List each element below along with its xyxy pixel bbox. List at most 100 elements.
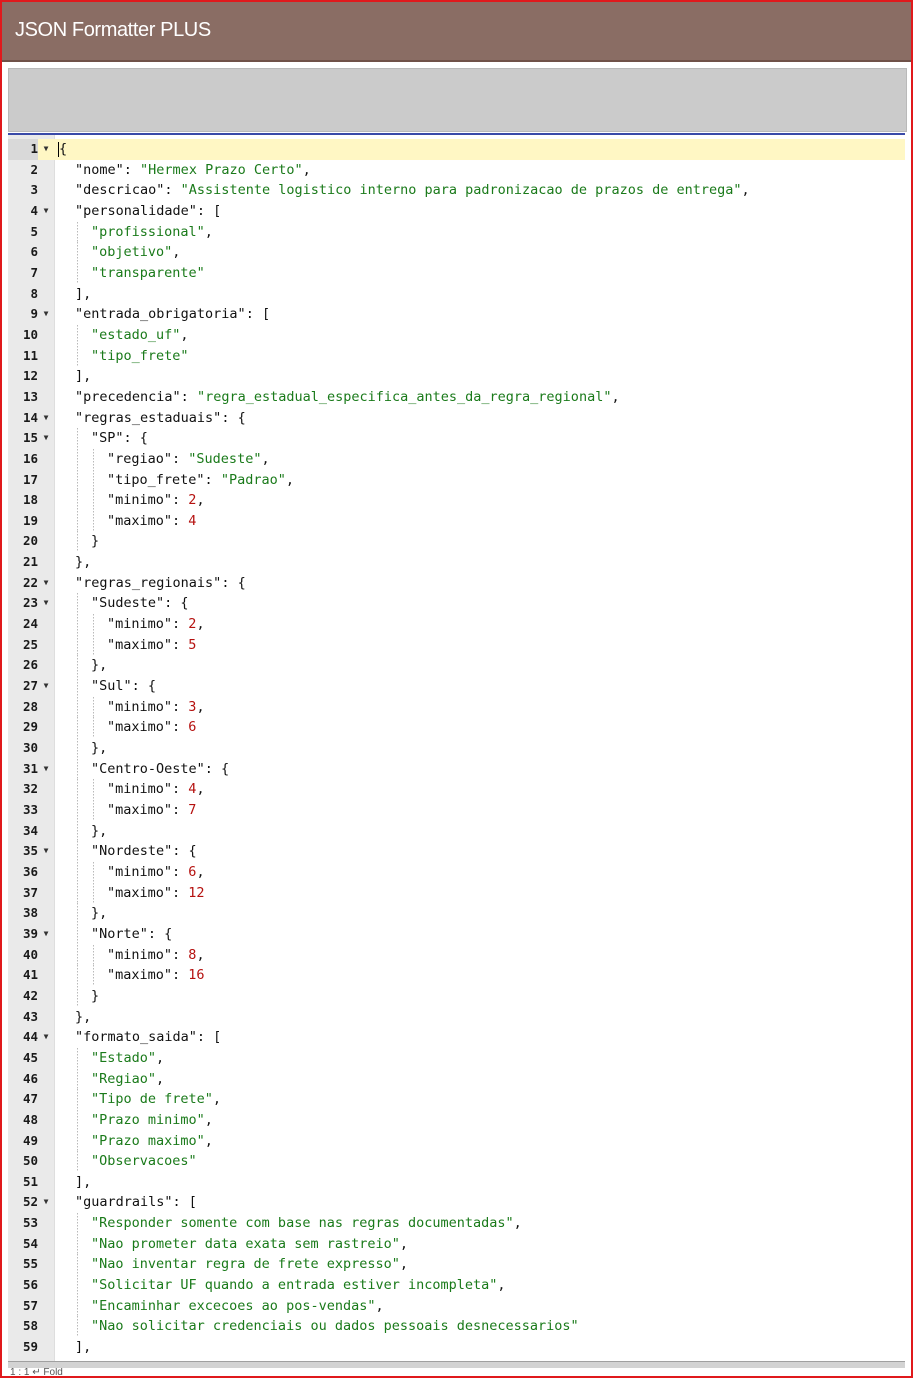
code-line[interactable]: 37 "maximo": 12 bbox=[8, 882, 905, 904]
json-key: "Norte" bbox=[91, 925, 148, 942]
indent-guide bbox=[91, 696, 107, 718]
code-line[interactable]: 56 "Solicitar UF quando a entrada estiver… bbox=[8, 1275, 905, 1296]
code-line[interactable]: 28 "minimo": 3, bbox=[8, 696, 905, 718]
code-line[interactable]: 24 "minimo": 2, bbox=[8, 614, 905, 635]
code-line[interactable]: 50 "Observacoes" bbox=[8, 1151, 905, 1172]
code-line[interactable]: 3 "descricao": "Assistente logistico inte… bbox=[8, 180, 905, 201]
fold-toggle-icon[interactable]: ▼ bbox=[41, 201, 51, 222]
code-line[interactable]: 47 "Tipo de frete", bbox=[8, 1089, 905, 1110]
line-number: 23 bbox=[22, 595, 38, 611]
code-line[interactable]: 17 "tipo_frete": "Padrao", bbox=[8, 469, 905, 491]
code-line[interactable]: 12], bbox=[8, 366, 905, 387]
code-editor[interactable]: 1 ▼{2 "nome": "Hermex Prazo Certo", 3 "descr… bbox=[8, 133, 905, 1363]
code-line[interactable]: 44 ▼ "formato_saida": [ bbox=[8, 1027, 905, 1048]
code-line[interactable]: 57 "Encaminhar excecoes ao pos-vendas", bbox=[8, 1295, 905, 1317]
code-line[interactable]: 14 ▼ "regras_estaduais": { bbox=[8, 408, 905, 429]
code-line[interactable]: 20} bbox=[8, 531, 905, 553]
code-line[interactable]: 9 ▼ "entrada_obrigatoria": [ bbox=[8, 304, 905, 325]
code-line[interactable]: 33 "maximo": 7 bbox=[8, 800, 905, 821]
json-string: "tipo_frete" bbox=[91, 347, 189, 364]
json-string: "Prazo minimo" bbox=[91, 1111, 205, 1128]
code-line[interactable]: 1 ▼ { bbox=[8, 139, 905, 160]
fold-toggle-icon[interactable]: ▼ bbox=[41, 924, 51, 945]
code-line[interactable]: 22 ▼ "regras_regionais": { bbox=[8, 573, 905, 594]
indent-guide bbox=[75, 1089, 91, 1110]
json-punctuation: : bbox=[204, 471, 221, 488]
fold-toggle-icon[interactable]: ▼ bbox=[41, 759, 51, 780]
code-line[interactable]: 55 "Nao inventar regra de frete expresso"… bbox=[8, 1254, 905, 1276]
code-line[interactable]: 23 ▼ "Sudeste": { bbox=[8, 593, 905, 615]
json-string: "regra_estadual_especifica_antes_da_regr… bbox=[196, 388, 612, 405]
indent-guide bbox=[75, 1047, 91, 1069]
code-line[interactable]: 8], bbox=[8, 284, 905, 305]
code-line[interactable]: 26}, bbox=[8, 655, 905, 677]
fold-toggle-icon[interactable]: ▼ bbox=[41, 593, 51, 614]
code-line[interactable]: 41 "maximo": 16 bbox=[8, 965, 905, 986]
fold-toggle-icon[interactable]: ▼ bbox=[41, 676, 51, 697]
horizontal-scrollbar[interactable] bbox=[8, 1361, 905, 1368]
code-line[interactable]: 52 ▼ "guardrails": [ bbox=[8, 1192, 905, 1213]
line-number: 28 bbox=[22, 698, 38, 714]
code-line[interactable]: 42} bbox=[8, 985, 905, 1007]
line-number: 58 bbox=[22, 1318, 38, 1334]
fold-toggle-icon[interactable]: ▼ bbox=[41, 841, 51, 862]
code-line[interactable]: 16 "regiao": "Sudeste", bbox=[8, 448, 905, 470]
code-line[interactable]: 45 "Estado", bbox=[8, 1047, 905, 1069]
json-punctuation: , bbox=[196, 492, 205, 509]
fold-toggle-icon[interactable]: ▼ bbox=[41, 1192, 51, 1213]
fold-toggle-icon[interactable]: ▼ bbox=[41, 304, 51, 325]
indent-guide bbox=[59, 759, 75, 780]
fold-toggle-icon[interactable]: ▼ bbox=[41, 573, 51, 594]
code-line[interactable]: 35 ▼ "Nordeste": { bbox=[8, 841, 905, 862]
code-line[interactable]: 13 "precedencia": "regra_estadual_especif… bbox=[8, 387, 905, 408]
fold-toggle-icon[interactable]: ▼ bbox=[41, 428, 51, 449]
fold-toggle-icon[interactable]: ▼ bbox=[41, 1027, 51, 1048]
indent-guide bbox=[59, 1234, 75, 1255]
code-line[interactable]: 40 "minimo": 8, bbox=[8, 944, 905, 966]
code-line[interactable]: 19 "maximo": 4 bbox=[8, 510, 905, 532]
json-punctuation: , bbox=[302, 161, 311, 178]
code-line[interactable]: 39 ▼ "Norte": { bbox=[8, 923, 905, 945]
code-line[interactable]: 58 "Nao solicitar credenciais ou dados pe… bbox=[8, 1316, 905, 1338]
code-content: "objetivo", bbox=[59, 242, 180, 263]
code-line[interactable]: 53 "Responder somente com base nas regras… bbox=[8, 1213, 905, 1234]
code-line[interactable]: 38}, bbox=[8, 903, 905, 924]
code-line[interactable]: 15 ▼ "SP": { bbox=[8, 428, 905, 449]
code-line[interactable]: 4 ▼ "personalidade": [ bbox=[8, 201, 905, 222]
code-line[interactable]: 46 "Regiao", bbox=[8, 1068, 905, 1090]
json-key: "nome" bbox=[75, 161, 124, 178]
code-line[interactable]: 11 "tipo_frete" bbox=[8, 345, 905, 367]
json-key: "personalidade" bbox=[75, 202, 197, 219]
code-line[interactable]: 10 "estado_uf", bbox=[8, 324, 905, 346]
line-number: 30 bbox=[22, 740, 38, 756]
indent-guide bbox=[91, 634, 107, 656]
fold-toggle-icon[interactable]: ▼ bbox=[41, 408, 51, 429]
code-line[interactable]: 49 "Prazo maximo", bbox=[8, 1130, 905, 1152]
json-key: "descricao" bbox=[75, 182, 165, 199]
code-line[interactable]: 2 "nome": "Hermex Prazo Certo", bbox=[8, 160, 905, 181]
code-line[interactable]: 5 "profissional", bbox=[8, 221, 905, 243]
code-line[interactable]: 48 "Prazo minimo", bbox=[8, 1109, 905, 1131]
code-line[interactable]: 31 ▼ "Centro-Oeste": { bbox=[8, 758, 905, 780]
code-line[interactable]: 18 "minimo": 2, bbox=[8, 490, 905, 511]
code-line[interactable]: 25 "maximo": 5 bbox=[8, 634, 905, 656]
code-line[interactable]: 21}, bbox=[8, 552, 905, 573]
json-key: "minimo" bbox=[107, 946, 173, 963]
code-line[interactable]: 36 "minimo": 6, bbox=[8, 861, 905, 883]
code-line[interactable]: 30}, bbox=[8, 738, 905, 759]
code-line[interactable]: 7 "transparente" bbox=[8, 262, 905, 284]
indent-guide bbox=[91, 882, 107, 904]
indent-guide bbox=[75, 676, 91, 697]
code-line[interactable]: 59], bbox=[8, 1337, 905, 1358]
fold-toggle-icon[interactable]: ▼ bbox=[41, 139, 51, 160]
code-line[interactable]: 43}, bbox=[8, 1007, 905, 1028]
code-line[interactable]: 32 "minimo": 4, bbox=[8, 779, 905, 800]
code-line[interactable]: 54 "Nao prometer data exata sem rastreio"… bbox=[8, 1233, 905, 1255]
indent-guide bbox=[75, 469, 91, 491]
code-line[interactable]: 27 ▼ "Sul": { bbox=[8, 676, 905, 697]
code-line[interactable]: 51], bbox=[8, 1172, 905, 1193]
code-line[interactable]: 29 "maximo": 6 bbox=[8, 717, 905, 739]
code-line[interactable]: 6 "objetivo", bbox=[8, 242, 905, 263]
code-content: "Nao prometer data exata sem rastreio", bbox=[59, 1233, 408, 1255]
code-line[interactable]: 34}, bbox=[8, 820, 905, 842]
